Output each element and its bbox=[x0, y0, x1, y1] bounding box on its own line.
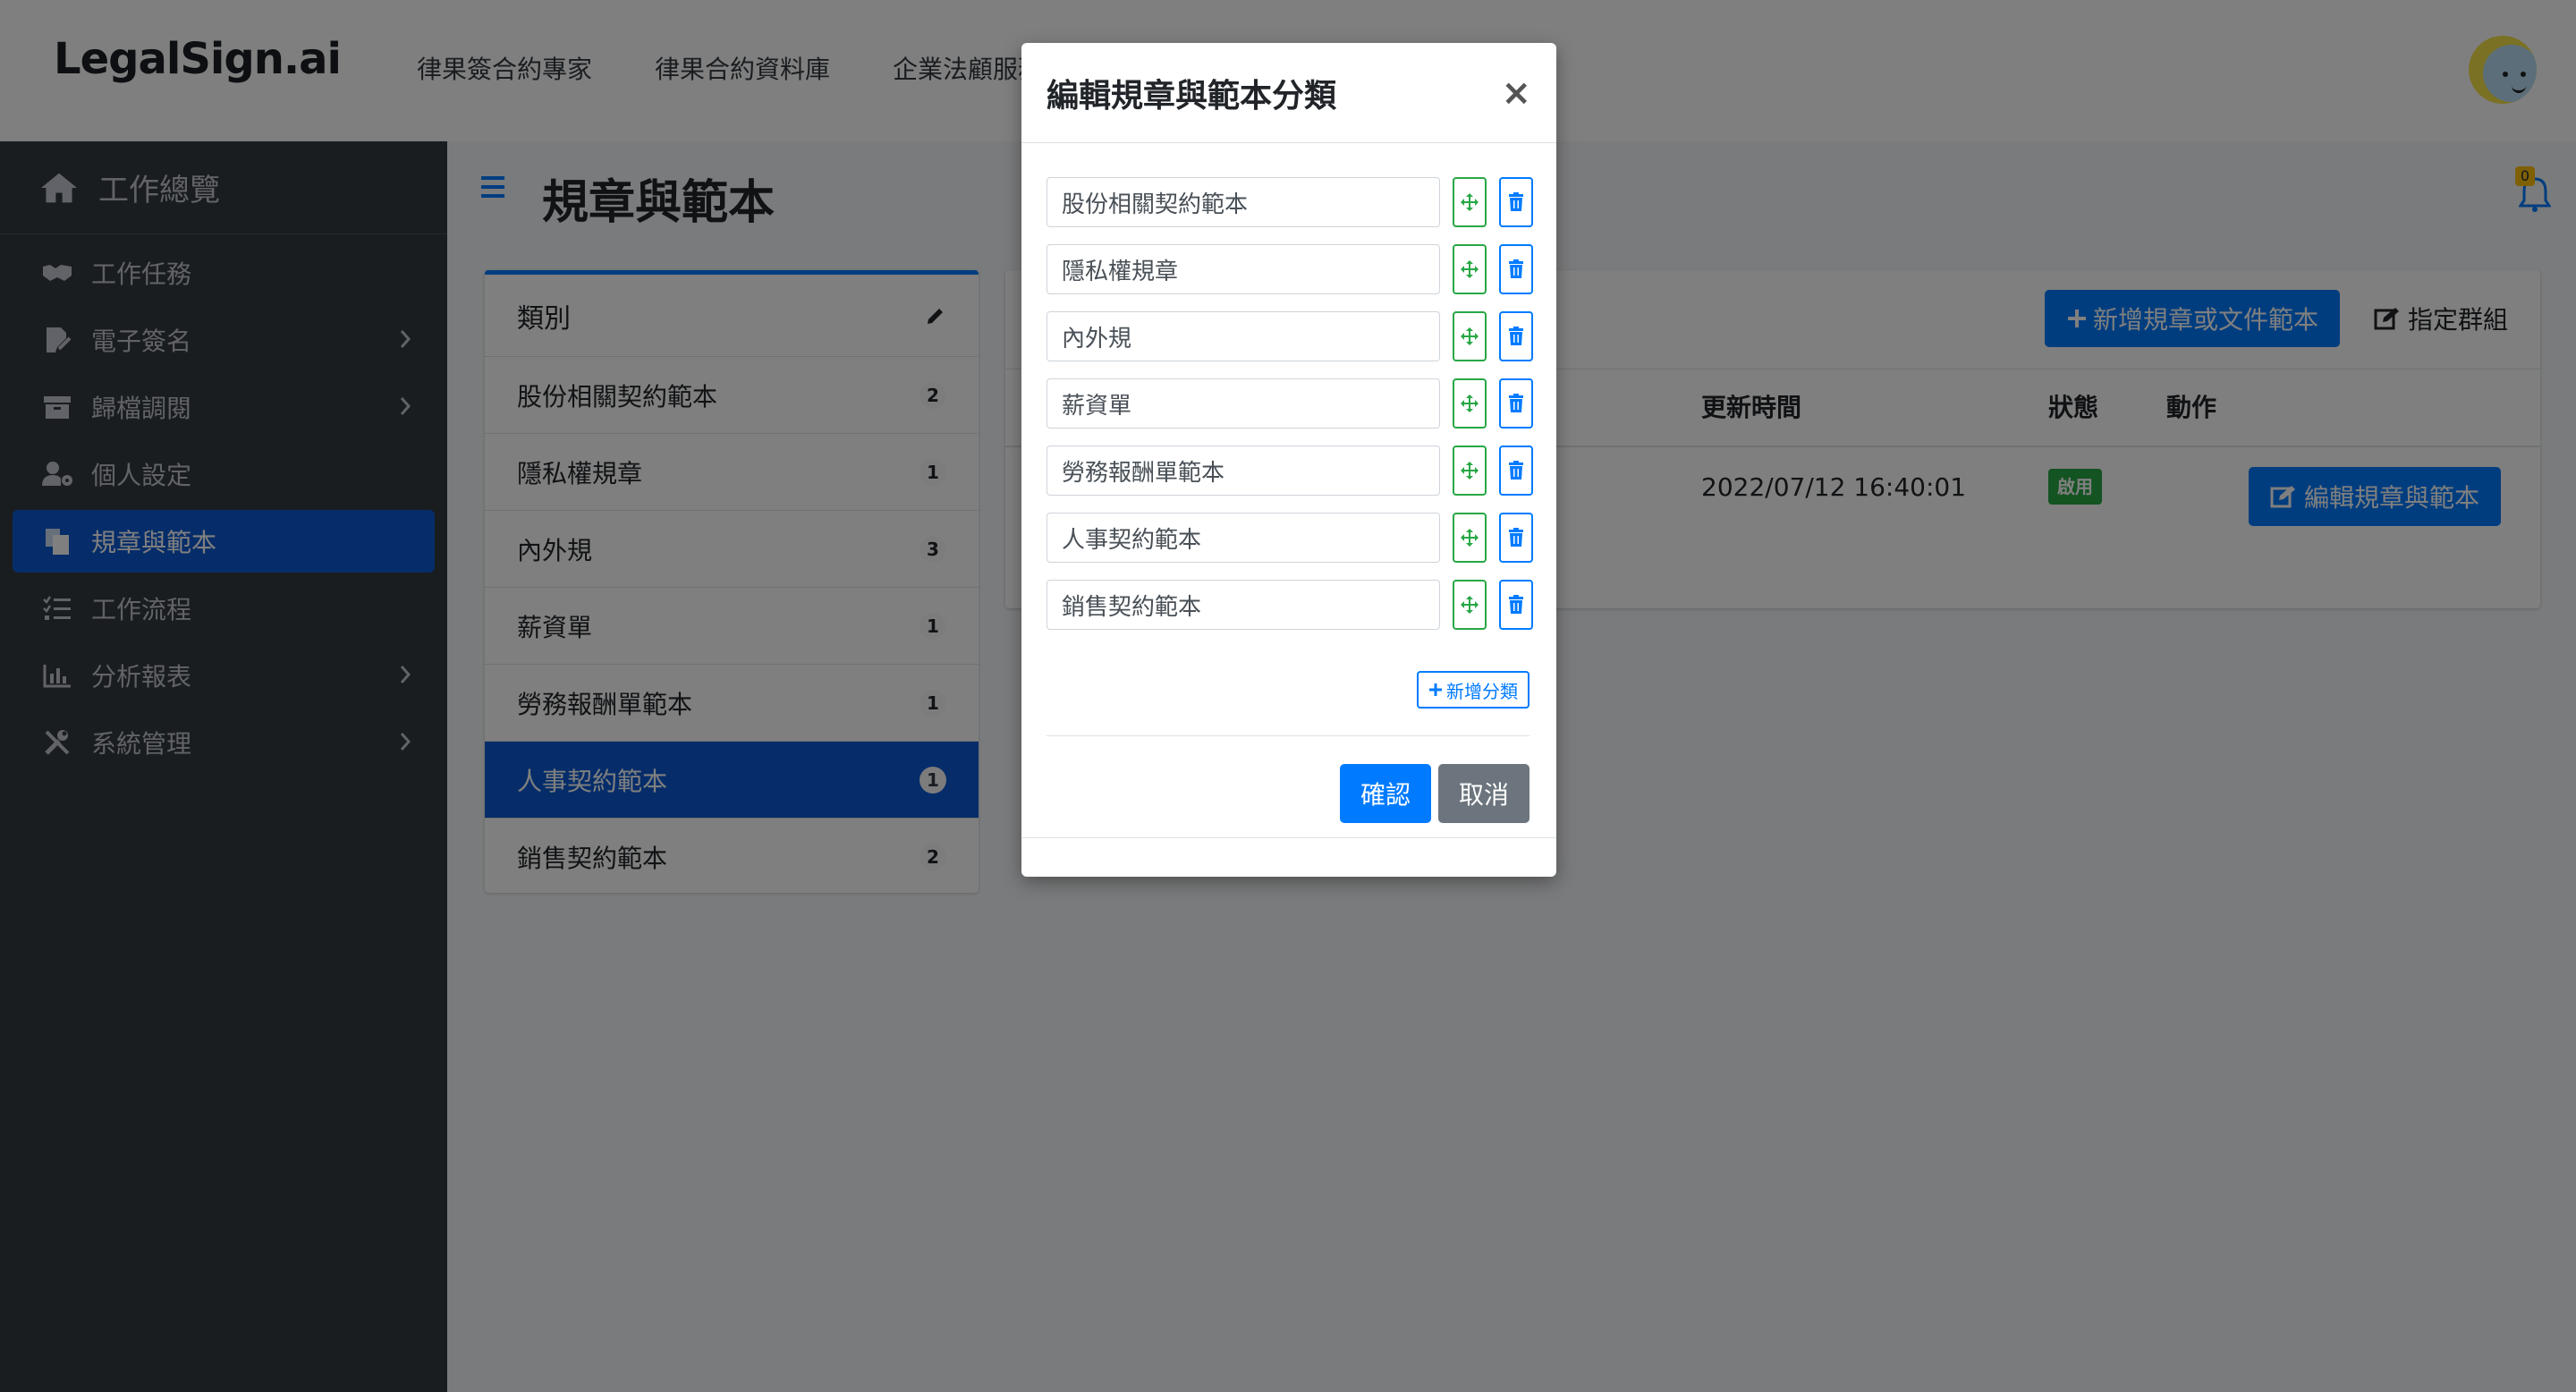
move-button[interactable] bbox=[1453, 244, 1487, 294]
arrows-move-icon bbox=[1461, 395, 1479, 412]
category-edit-row bbox=[1046, 513, 1533, 563]
category-edit-row bbox=[1046, 580, 1533, 630]
move-button[interactable] bbox=[1453, 513, 1487, 563]
delete-button[interactable] bbox=[1499, 177, 1533, 227]
arrows-move-icon bbox=[1461, 462, 1479, 480]
delete-button[interactable] bbox=[1499, 513, 1533, 563]
trash-icon bbox=[1509, 259, 1523, 278]
cancel-button[interactable]: 取消 bbox=[1438, 764, 1530, 823]
move-button[interactable] bbox=[1453, 311, 1487, 361]
add-category-button[interactable]: 新增分類 bbox=[1417, 671, 1530, 709]
category-name-input[interactable] bbox=[1046, 513, 1440, 563]
move-button[interactable] bbox=[1453, 446, 1487, 496]
category-edit-row bbox=[1046, 244, 1533, 294]
close-icon[interactable]: × bbox=[1501, 75, 1531, 111]
add-category-label: 新增分類 bbox=[1446, 680, 1518, 702]
arrows-move-icon bbox=[1461, 260, 1479, 278]
modal-footer-divider bbox=[1021, 837, 1556, 838]
category-name-input[interactable] bbox=[1046, 378, 1440, 429]
move-button[interactable] bbox=[1453, 177, 1487, 227]
arrows-move-icon bbox=[1461, 529, 1479, 547]
trash-icon bbox=[1509, 394, 1523, 412]
trash-icon bbox=[1509, 595, 1523, 614]
trash-icon bbox=[1509, 192, 1523, 211]
move-button[interactable] bbox=[1453, 378, 1487, 429]
delete-button[interactable] bbox=[1499, 244, 1533, 294]
category-name-input[interactable] bbox=[1046, 580, 1440, 630]
category-name-input[interactable] bbox=[1046, 244, 1440, 294]
category-name-input[interactable] bbox=[1046, 177, 1440, 227]
plus-icon bbox=[1429, 683, 1442, 696]
modal-divider bbox=[1046, 735, 1530, 736]
delete-button[interactable] bbox=[1499, 580, 1533, 630]
edit-category-modal: 編輯規章與範本分類 × 股份相關契約範本 隱私權規章 內外規 薪資單 勞務報酬單… bbox=[1021, 43, 1556, 877]
trash-icon bbox=[1509, 327, 1523, 345]
arrows-move-icon bbox=[1461, 327, 1479, 345]
category-edit-row bbox=[1046, 446, 1533, 496]
category-edit-row bbox=[1046, 378, 1533, 429]
delete-button[interactable] bbox=[1499, 378, 1533, 429]
confirm-button[interactable]: 確認 bbox=[1340, 764, 1431, 823]
delete-button[interactable] bbox=[1499, 311, 1533, 361]
category-edit-row bbox=[1046, 177, 1533, 227]
modal-title: 編輯規章與範本分類 bbox=[1046, 77, 1337, 115]
delete-button[interactable] bbox=[1499, 446, 1533, 496]
category-name-input[interactable] bbox=[1046, 311, 1440, 361]
category-edit-row bbox=[1046, 311, 1533, 361]
move-button[interactable] bbox=[1453, 580, 1487, 630]
arrows-move-icon bbox=[1461, 596, 1479, 614]
category-name-input[interactable] bbox=[1046, 446, 1440, 496]
trash-icon bbox=[1509, 528, 1523, 547]
trash-icon bbox=[1509, 461, 1523, 480]
modal-header: 編輯規章與範本分類 × bbox=[1021, 43, 1556, 143]
arrows-move-icon bbox=[1461, 193, 1479, 211]
